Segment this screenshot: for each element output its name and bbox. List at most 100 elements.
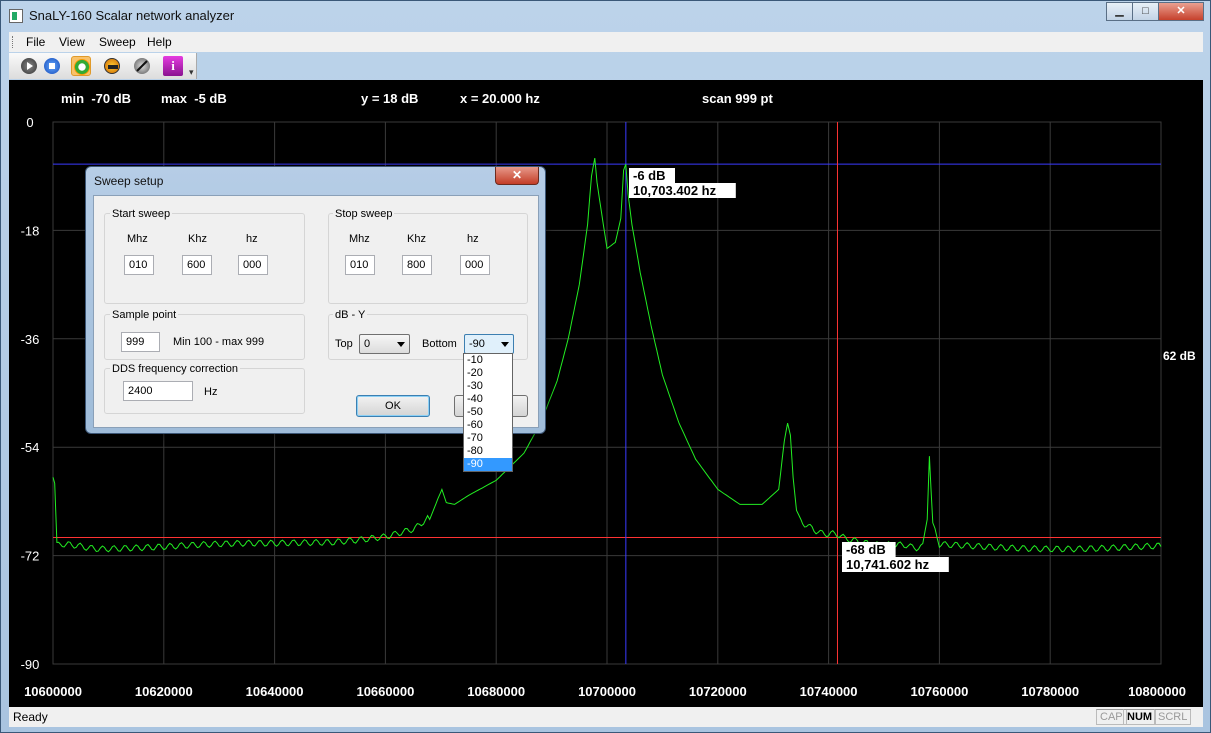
menu-sweep[interactable]: Sweep (99, 35, 136, 49)
min-marker-label-text: 10,741.602 hz (846, 557, 930, 572)
max-readout: max -5 dB (161, 91, 227, 106)
x-tick-label: 10780000 (1021, 684, 1079, 699)
info-button[interactable]: i (163, 56, 183, 76)
start-sweep-label: Start sweep (110, 208, 173, 220)
chevron-down-icon (501, 342, 509, 347)
start-khz-label: Khz (188, 233, 207, 245)
dropdown-option[interactable]: -40 (464, 393, 512, 406)
chevron-down-icon (397, 342, 405, 347)
start-mhz-label: Mhz (127, 233, 148, 245)
min-marker-label: -68 dB10,741.602 hz (842, 542, 949, 572)
x-readout: x = 20.000 hz (460, 91, 540, 106)
y-tick-label: 0 (26, 115, 33, 130)
gear-icon (74, 59, 90, 75)
setup-button[interactable] (71, 56, 91, 76)
tool-icon (134, 58, 150, 74)
peak-marker-label: -6 dB10,703.402 hz (629, 168, 736, 198)
dropdown-option[interactable]: -60 (464, 419, 512, 432)
x-tick-label: 10800000 (1128, 684, 1186, 699)
dialog-close-button[interactable]: ✕ (495, 167, 539, 185)
db-y-label: dB - Y (333, 309, 368, 321)
start-khz-input[interactable]: 600 (182, 255, 212, 275)
sample-point-label: Sample point (110, 309, 179, 321)
dds-correction-input[interactable]: 2400 (123, 381, 193, 401)
toolbar: i ▾ (9, 53, 197, 79)
maximize-button[interactable]: □ (1132, 2, 1159, 21)
menu-help[interactable]: Help (147, 35, 172, 49)
play-icon (21, 58, 37, 74)
dialog-title: Sweep setup (94, 174, 164, 188)
dropdown-option[interactable]: -80 (464, 445, 512, 458)
status-text: Ready (13, 710, 48, 724)
x-tick-label: 10640000 (246, 684, 304, 699)
y-tick-label: -18 (21, 223, 40, 238)
ok-button[interactable]: OK (356, 395, 430, 417)
stop-mhz-input[interactable]: 010 (345, 255, 375, 275)
x-tick-label: 10660000 (356, 684, 414, 699)
start-hz-label: hz (246, 233, 258, 245)
stop-khz-input[interactable]: 800 (402, 255, 432, 275)
menu-file[interactable]: File (26, 35, 45, 49)
x-tick-label: 10740000 (800, 684, 858, 699)
menu-grip-icon[interactable] (12, 36, 15, 48)
sample-point-range: Min 100 - max 999 (173, 336, 265, 348)
menu-bar: File View Sweep Help (9, 32, 1203, 52)
y-readout: y = 18 dB (361, 91, 419, 106)
toolbar-overflow-icon[interactable]: ▾ (189, 67, 194, 78)
bottom-label: Bottom (422, 338, 457, 350)
dds-label: DDS frequency correction (110, 363, 240, 375)
x-tick-label: 10620000 (135, 684, 193, 699)
tool-button[interactable] (132, 56, 152, 76)
top-select-value: 0 (364, 338, 371, 350)
top-label: Top (335, 338, 353, 350)
stop-icon (44, 58, 60, 74)
dds-unit-label: Hz (204, 386, 218, 398)
x-tick-label: 10680000 (467, 684, 525, 699)
display-button[interactable] (102, 56, 122, 76)
peak-marker-label-text: -6 dB (633, 168, 666, 183)
window-title: SnaLY-160 Scalar network analyzer (29, 8, 235, 23)
bottom-select-dropdown: -10 -20 -30 -40 -50 -60 -70 -80 -90 (463, 353, 513, 472)
dropdown-option[interactable]: -30 (464, 380, 512, 393)
stop-mhz-label: Mhz (349, 233, 370, 245)
close-button[interactable]: ✕ (1158, 2, 1204, 21)
info-icon: i (171, 58, 175, 73)
app-icon[interactable] (9, 9, 23, 23)
dropdown-option-selected[interactable]: -90 (464, 458, 512, 471)
minimize-button[interactable]: ▁ (1106, 2, 1133, 21)
y-tick-label: -72 (21, 549, 40, 564)
stop-button[interactable] (42, 56, 62, 76)
start-mhz-input[interactable]: 010 (124, 255, 154, 275)
x-tick-label: 10760000 (910, 684, 968, 699)
title-bar[interactable]: SnaLY-160 Scalar network analyzer ▁ □ ✕ (1, 1, 1210, 31)
stop-khz-label: Khz (407, 233, 426, 245)
y-tick-label: -90 (21, 657, 40, 672)
play-button[interactable] (19, 56, 39, 76)
top-select[interactable]: 0 (359, 334, 410, 354)
dropdown-option[interactable]: -50 (464, 406, 512, 419)
y-tick-label: -54 (21, 440, 40, 455)
min-marker-label-text: -68 dB (846, 542, 886, 557)
dropdown-option[interactable]: -10 (464, 354, 512, 367)
bottom-select[interactable]: -90 (464, 334, 514, 354)
x-tick-label: 10720000 (689, 684, 747, 699)
dropdown-option[interactable]: -20 (464, 367, 512, 380)
display-icon (104, 58, 120, 74)
stop-hz-input[interactable]: 000 (460, 255, 490, 275)
sample-point-input[interactable]: 999 (121, 332, 160, 352)
x-tick-label: 10600000 (24, 684, 82, 699)
start-hz-input[interactable]: 000 (238, 255, 268, 275)
bottom-select-value: -90 (469, 338, 485, 350)
right-db-label: 62 dB (1163, 349, 1196, 363)
min-readout: min -70 dB (61, 91, 132, 106)
x-tick-label: 10700000 (578, 684, 636, 699)
y-tick-label: -36 (21, 332, 40, 347)
num-indicator: NUM (1123, 709, 1157, 725)
menu-view[interactable]: View (59, 35, 85, 49)
scrl-indicator: SCRL (1154, 709, 1192, 725)
peak-marker-label-text: 10,703.402 hz (633, 183, 717, 198)
scan-readout: scan 999 pt (702, 91, 773, 106)
stop-hz-label: hz (467, 233, 479, 245)
dropdown-option[interactable]: -70 (464, 432, 512, 445)
stop-sweep-label: Stop sweep (333, 208, 395, 220)
